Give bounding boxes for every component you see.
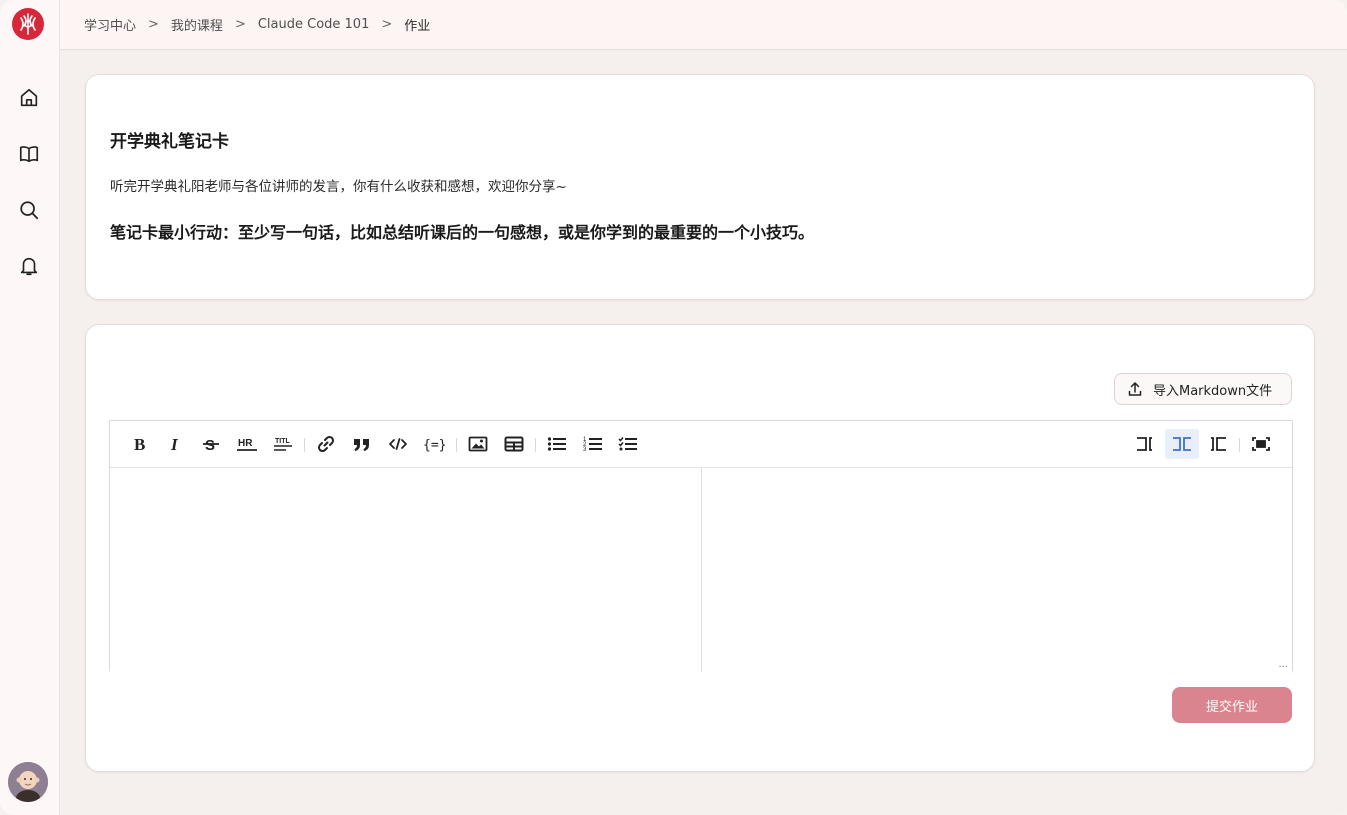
bell-icon[interactable] [17, 254, 41, 278]
assignment-title: 开学典礼笔记卡 [110, 132, 229, 152]
markdown-editor: B I S HR TITL {=} 1 2 3 ... [109, 420, 1293, 672]
import-markdown-label: 导入Markdown文件 [1153, 383, 1273, 399]
toolbar-divider [1239, 438, 1240, 452]
editor-only-icon[interactable] [1134, 433, 1158, 455]
svg-text:S: S [205, 437, 215, 453]
preview-only-icon[interactable] [1205, 433, 1229, 455]
breadcrumb-separator: > [148, 17, 159, 32]
code-icon[interactable] [386, 433, 410, 455]
italic-icon[interactable]: I [164, 433, 188, 455]
title-icon[interactable]: TITL [271, 433, 295, 455]
assignment-description: 听完开学典礼阳老师与各位讲师的发言，你有什么收获和感想，欢迎你分享~ [110, 179, 567, 195]
svg-text:{=}: {=} [423, 438, 445, 453]
editor-toolbar: B I S HR TITL {=} 1 2 3 [110, 421, 1292, 468]
app-window: 学习中心 > 我的课程 > Claude Code 101 > 作业 开学典礼笔… [0, 0, 1347, 815]
unordered-list-icon[interactable] [545, 433, 569, 455]
link-icon[interactable] [314, 433, 338, 455]
svg-text:B: B [134, 435, 145, 453]
markdown-input-pane[interactable] [110, 468, 701, 672]
breadcrumb-assignment: 作业 [404, 19, 431, 34]
split-view-icon[interactable] [1165, 429, 1199, 459]
breadcrumb-separator: > [234, 17, 246, 32]
breadcrumb: 学习中心 > 我的课程 > Claude Code 101 > 作业 [60, 0, 1347, 50]
table-icon[interactable] [502, 433, 526, 455]
quote-icon[interactable] [350, 433, 374, 455]
import-markdown-button[interactable]: 导入Markdown文件 [1114, 373, 1292, 405]
assignment-card: 开学典礼笔记卡 听完开学典礼阳老师与各位讲师的发言，你有什么收获和感想，欢迎你分… [85, 74, 1315, 300]
assignment-minimum-action: 笔记卡最小行动：至少写一句话，比如总结听课后的一句感想，或是你学到的最重要的一个… [110, 223, 815, 242]
toolbar-divider [535, 438, 536, 452]
book-icon[interactable] [17, 142, 41, 166]
breadcrumb-my-courses[interactable]: 我的课程 [171, 15, 223, 34]
brand-logo[interactable] [12, 8, 44, 40]
fullscreen-icon[interactable] [1249, 433, 1273, 455]
avatar[interactable] [8, 762, 48, 802]
upload-icon [1127, 381, 1143, 397]
svg-text:TITL: TITL [275, 438, 290, 445]
svg-text:3: 3 [583, 447, 587, 453]
toolbar-divider [304, 438, 305, 452]
image-icon[interactable] [466, 433, 490, 455]
task-list-icon[interactable] [616, 433, 640, 455]
markdown-preview-pane: ... [701, 468, 1292, 672]
sidebar [0, 0, 60, 815]
markdown-textarea[interactable] [110, 468, 701, 672]
resize-handle[interactable]: ... [1278, 659, 1288, 670]
toolbar-divider [456, 438, 457, 452]
code-block-icon[interactable]: {=} [422, 433, 446, 455]
svg-text:HR: HR [238, 438, 253, 449]
home-icon[interactable] [17, 86, 41, 110]
strikethrough-icon[interactable]: S [199, 433, 223, 455]
hr-icon[interactable]: HR [235, 433, 259, 455]
bold-icon[interactable]: B [128, 433, 152, 455]
ordered-list-icon[interactable]: 123 [581, 433, 605, 455]
submit-assignment-button[interactable]: 提交作业 [1172, 687, 1292, 723]
svg-text:I: I [170, 435, 179, 453]
search-icon[interactable] [17, 198, 41, 222]
breadcrumb-course[interactable]: Claude Code 101 [258, 17, 370, 32]
breadcrumb-separator: > [381, 17, 393, 32]
submission-card: 导入Markdown文件 B I S HR TITL {=} 1 2 3 ...… [85, 324, 1315, 772]
breadcrumb-learning-center[interactable]: 学习中心 [84, 15, 136, 34]
